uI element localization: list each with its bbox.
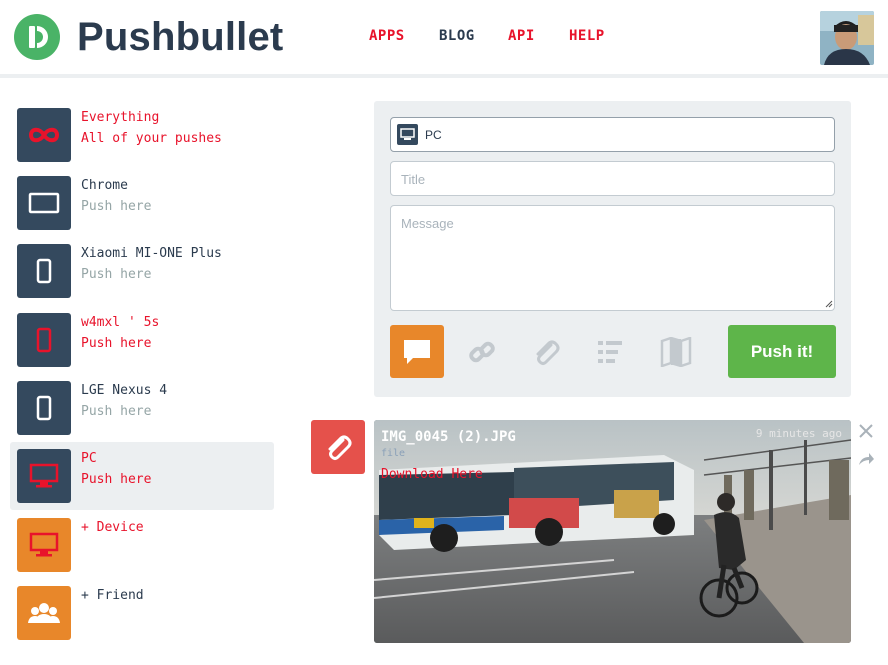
- sidebar-item-label: Everything: [81, 110, 160, 125]
- header: Pushbullet APPS BLOG API HELP: [0, 0, 888, 78]
- sidebar-item-xiaomi[interactable]: Xiaomi MI-ONE Plus Push here: [10, 237, 274, 305]
- dismiss-push-close-icon[interactable]: [857, 422, 875, 440]
- push-file-host: file: [381, 448, 406, 459]
- note-type-button[interactable]: [390, 325, 444, 378]
- sidebar-item-sub: Push here: [81, 404, 152, 419]
- forward-push-arrow-icon[interactable]: [857, 450, 875, 468]
- download-link[interactable]: Download Here: [381, 467, 483, 482]
- push-timestamp: 9 minutes ago: [755, 427, 842, 440]
- message-input[interactable]: Message: [390, 205, 835, 311]
- list-type-button[interactable]: [584, 325, 638, 378]
- file-push-type: [311, 420, 365, 474]
- resize-handle-icon[interactable]: [825, 300, 833, 308]
- file-type-button[interactable]: [519, 325, 573, 378]
- nav-help[interactable]: HELP: [569, 28, 605, 44]
- phone-icon: [17, 381, 71, 435]
- sidebar-item-sub: Push here: [81, 199, 152, 214]
- sidebar-item-label: LGE Nexus 4: [81, 383, 168, 398]
- sidebar-item-pc[interactable]: PC Push here: [10, 442, 274, 510]
- sidebar-item-everything[interactable]: Everything All of your pushes: [10, 101, 274, 169]
- list-icon: [598, 340, 622, 363]
- sidebar-item-label: w4mxl ' 5s: [81, 315, 160, 330]
- phone-icon: [17, 244, 71, 298]
- push-image-preview[interactable]: [374, 420, 851, 643]
- sidebar-item-sub: Push here: [81, 267, 152, 282]
- user-avatar[interactable]: [820, 11, 874, 65]
- nav-api[interactable]: API: [508, 28, 535, 44]
- push-file-name[interactable]: IMG_0045 (2).JPG: [381, 429, 516, 445]
- compose-panel: PC Title Message Push it!: [374, 101, 851, 397]
- nav-blog[interactable]: BLOG: [439, 28, 475, 44]
- link-icon: [469, 341, 495, 362]
- sidebar-item-label: PC: [81, 451, 97, 466]
- paperclip-icon: [536, 340, 560, 365]
- monitor-icon: [17, 518, 71, 572]
- link-type-button[interactable]: [455, 325, 509, 378]
- speech-bubble-icon: [404, 339, 430, 364]
- title-input[interactable]: Title: [390, 161, 835, 196]
- infinity-icon: [17, 108, 71, 162]
- paperclip-icon: [328, 435, 352, 460]
- brand-name[interactable]: Pushbullet: [77, 12, 283, 62]
- add-friend-button[interactable]: + Friend: [10, 579, 274, 647]
- monitor-icon: [17, 449, 71, 503]
- sidebar-item-sub: All of your pushes: [81, 131, 222, 146]
- monitor-icon: [397, 124, 418, 145]
- pushbullet-logo-icon[interactable]: [14, 14, 60, 60]
- phone-icon: [17, 313, 71, 367]
- sidebar-item-sub: Push here: [81, 472, 152, 487]
- push-it-button[interactable]: Push it!: [728, 325, 836, 378]
- target-device-select[interactable]: PC: [390, 117, 835, 152]
- map-type-button[interactable]: [649, 325, 703, 378]
- sidebar-item-label: Chrome: [81, 178, 128, 193]
- add-device-button[interactable]: + Device: [10, 511, 274, 579]
- sidebar-item-chrome[interactable]: Chrome Push here: [10, 169, 274, 237]
- sidebar-item-sub: Push here: [81, 336, 152, 351]
- target-device-label: PC: [425, 128, 442, 142]
- map-icon: [660, 336, 692, 367]
- sidebar-item-label: Xiaomi MI-ONE Plus: [81, 246, 222, 261]
- browser-icon: [17, 176, 71, 230]
- people-icon: [17, 586, 71, 640]
- sidebar-item-iphone[interactable]: w4mxl ' 5s Push here: [10, 306, 274, 374]
- sidebar-item-label: + Device: [81, 520, 144, 535]
- sidebar-item-nexus[interactable]: LGE Nexus 4 Push here: [10, 374, 274, 442]
- push-card: IMG_0045 (2).JPG file Download Here 9 mi…: [374, 420, 851, 643]
- sidebar-item-label: + Friend: [81, 588, 144, 603]
- nav-apps[interactable]: APPS: [369, 28, 405, 44]
